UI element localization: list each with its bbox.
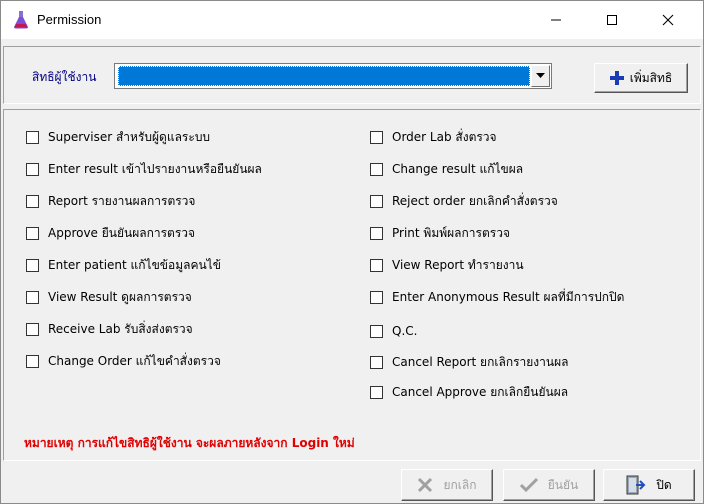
right-selector-panel: สิทธิผู้ใช้งาน เพิ่มสิทธิ — [3, 46, 701, 104]
checkbox[interactable] — [26, 226, 39, 240]
perm-label: View Result ดูผลการตรวจ — [48, 289, 192, 304]
perm-label: Change Order แก้ไขคำสั่งตรวจ — [48, 353, 221, 368]
perm-label: Q.C. — [392, 324, 418, 338]
perm-label: Cancel Approve ยกเลิกยืนยันผล — [392, 384, 569, 399]
checkbox[interactable] — [26, 162, 39, 176]
perm-label: Receive Lab รับสิ่งส่งตรวจ — [48, 321, 193, 336]
close-window-button[interactable] — [645, 1, 691, 39]
title-bar[interactable]: Permission — [1, 1, 703, 39]
checkbox[interactable] — [370, 130, 383, 144]
checkbox[interactable] — [370, 324, 383, 338]
check-icon — [519, 477, 538, 493]
dropdown-button[interactable] — [531, 65, 550, 87]
maximize-icon — [607, 15, 617, 25]
right-select-value — [118, 66, 530, 86]
permissions-panel: Superviser สำหรับผู้ดูแลระบบ Enter resul… — [3, 109, 701, 461]
perm-cancel-report[interactable]: Cancel Report ยกเลิกรายงานผล — [370, 353, 568, 371]
x-icon — [418, 477, 433, 493]
exit-door-icon — [626, 475, 646, 495]
minimize-button[interactable] — [533, 1, 579, 39]
close-label: ปิด — [656, 477, 672, 492]
perm-cancel-approve[interactable]: Cancel Approve ยกเลิกยืนยันผล — [370, 383, 568, 401]
checkbox[interactable] — [26, 322, 39, 336]
checkbox[interactable] — [26, 194, 39, 208]
chevron-down-icon — [536, 73, 545, 78]
confirm-label: ยืนยัน — [547, 477, 579, 492]
perm-label: Enter patient แก้ไขข้อมูลคนไข้ — [48, 257, 221, 272]
perm-view-report[interactable]: View Report ทำรายงาน — [370, 256, 524, 274]
cancel-label: ยกเลิก — [443, 477, 477, 492]
perm-order-lab[interactable]: Order Lab สั่งตรวจ — [370, 128, 497, 146]
perm-label: Change result แก้ไขผล — [392, 161, 524, 176]
perm-label: View Report ทำรายงาน — [392, 257, 524, 272]
perm-label: Cancel Report ยกเลิกรายงานผล — [392, 354, 569, 369]
minimize-icon — [551, 19, 561, 21]
perm-label: Order Lab สั่งตรวจ — [392, 129, 497, 144]
perm-label: Report รายงานผลการตรวจ — [48, 193, 196, 208]
perm-label: Print พิมพ์ผลการตรวจ — [392, 225, 510, 240]
perm-receive-lab[interactable]: Receive Lab รับสิ่งส่งตรวจ — [26, 320, 193, 338]
perm-label: Superviser สำหรับผู้ดูแลระบบ — [48, 129, 211, 144]
perm-enter-result[interactable]: Enter result เข้าไปรายงานหรือยืนยันผล — [26, 160, 262, 178]
perm-label: Enter Anonymous Result ผลที่มีการปกปิด — [392, 289, 625, 304]
perm-print[interactable]: Print พิมพ์ผลการตรวจ — [370, 224, 510, 242]
flask-icon — [14, 11, 28, 29]
perm-label: Approve ยืนยันผลการตรวจ — [48, 225, 196, 240]
checkbox[interactable] — [26, 290, 39, 304]
maximize-button[interactable] — [589, 1, 635, 39]
close-button[interactable]: ปิด — [603, 469, 695, 501]
close-icon — [662, 14, 674, 26]
checkbox[interactable] — [370, 385, 383, 399]
perm-reject-order[interactable]: Reject order ยกเลิกคำสั่งตรวจ — [370, 192, 558, 210]
perm-approve[interactable]: Approve ยืนยันผลการตรวจ — [26, 224, 195, 242]
perm-label: Reject order ยกเลิกคำสั่งตรวจ — [392, 193, 558, 208]
perm-qc[interactable]: Q.C. — [370, 322, 417, 340]
checkbox[interactable] — [370, 162, 383, 176]
perm-view-result[interactable]: View Result ดูผลการตรวจ — [26, 288, 192, 306]
perm-enter-anonymous-result[interactable]: Enter Anonymous Result ผลที่มีการปกปิด — [370, 288, 624, 306]
add-right-button[interactable]: เพิ่มสิทธิ — [594, 63, 688, 93]
checkbox[interactable] — [370, 226, 383, 240]
checkbox[interactable] — [370, 355, 383, 369]
perm-change-order[interactable]: Change Order แก้ไขคำสั่งตรวจ — [26, 352, 221, 370]
plus-icon — [609, 71, 624, 85]
window-title: Permission — [37, 12, 102, 27]
checkbox[interactable] — [26, 130, 39, 144]
checkbox[interactable] — [370, 258, 383, 272]
perm-report[interactable]: Report รายงานผลการตรวจ — [26, 192, 195, 210]
perm-enter-patient[interactable]: Enter patient แก้ไขข้อมูลคนไข้ — [26, 256, 221, 274]
perm-change-result[interactable]: Change result แก้ไขผล — [370, 160, 523, 178]
checkbox[interactable] — [26, 258, 39, 272]
perm-label: Enter result เข้าไปรายงานหรือยืนยันผล — [48, 161, 262, 176]
confirm-button[interactable]: ยืนยัน — [503, 469, 595, 501]
right-select[interactable] — [114, 63, 552, 89]
note-text: หมายเหตุ การแก้ไขสิทธิผู้ใช้งาน จะผลภายห… — [24, 436, 355, 450]
permission-window: Permission สิทธิผู้ใช้งาน เพิ่มสิทธิ Sup… — [0, 0, 704, 504]
checkbox[interactable] — [370, 194, 383, 208]
checkbox[interactable] — [370, 290, 383, 304]
footer-buttons: ยกเลิก ยืนยัน ปิด — [3, 463, 701, 503]
right-label: สิทธิผู้ใช้งาน — [32, 70, 97, 84]
cancel-button[interactable]: ยกเลิก — [401, 469, 493, 501]
perm-superviser[interactable]: Superviser สำหรับผู้ดูแลระบบ — [26, 128, 210, 146]
add-right-label: เพิ่มสิทธิ — [629, 70, 673, 85]
checkbox[interactable] — [26, 354, 39, 368]
